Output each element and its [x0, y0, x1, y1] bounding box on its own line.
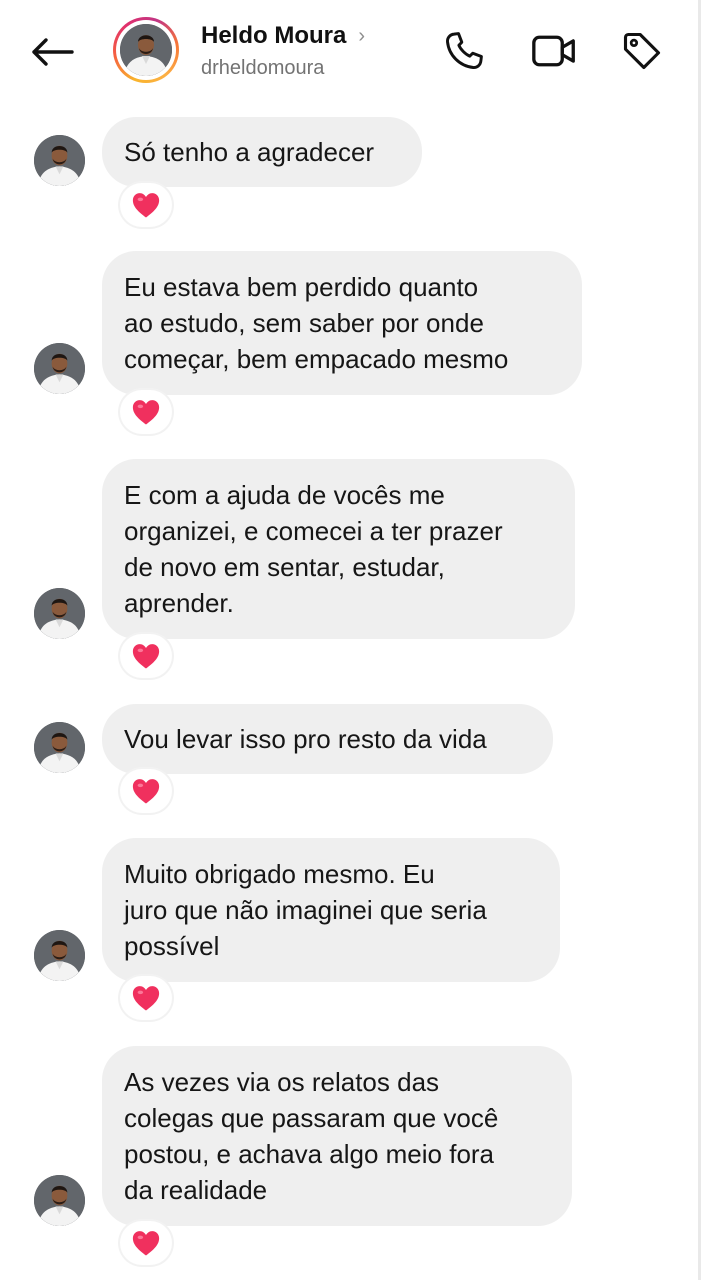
profile-avatar[interactable]: [113, 17, 179, 83]
avatar-photo: [34, 135, 85, 186]
sender-avatar[interactable]: [34, 722, 85, 773]
tag-button[interactable]: [618, 27, 666, 75]
heart-icon: [132, 779, 160, 804]
video-icon: [532, 35, 575, 67]
sender-avatar[interactable]: [34, 1175, 85, 1226]
back-button[interactable]: [28, 32, 76, 72]
tag-icon: [623, 32, 661, 70]
message-bubble[interactable]: As vezes via os relatos das colegas que …: [102, 1046, 572, 1226]
phone-icon: [446, 32, 483, 69]
avatar-photo: [34, 588, 85, 639]
heart-icon: [132, 1231, 160, 1256]
chat-header: Heldo Moura › drheldomoura: [0, 0, 701, 104]
heart-reaction[interactable]: [120, 634, 172, 678]
heart-reaction[interactable]: [120, 1221, 172, 1265]
message-bubble[interactable]: E com a ajuda de vocês me organizei, e c…: [102, 459, 575, 639]
back-arrow-icon: [32, 38, 74, 66]
heart-icon: [132, 193, 160, 218]
message-bubble[interactable]: Vou levar isso pro resto da vida: [102, 704, 553, 774]
message-bubble[interactable]: Muito obrigado mesmo. Eu juro que não im…: [102, 838, 560, 982]
contact-name: Heldo Moura: [201, 22, 347, 49]
heart-reaction[interactable]: [120, 390, 172, 434]
sender-avatar[interactable]: [34, 343, 85, 394]
heart-icon: [132, 400, 160, 425]
heart-icon: [132, 986, 160, 1011]
avatar-photo: [34, 1175, 85, 1226]
avatar-photo: [34, 930, 85, 981]
call-button[interactable]: [440, 27, 488, 75]
sender-avatar[interactable]: [34, 588, 85, 639]
sender-avatar[interactable]: [34, 135, 85, 186]
contact-name-row[interactable]: Heldo Moura ›: [201, 22, 365, 50]
message-bubble[interactable]: Eu estava bem perdido quanto ao estudo, …: [102, 251, 582, 395]
contact-username: drheldomoura: [201, 57, 325, 79]
video-call-button[interactable]: [530, 27, 578, 75]
heart-reaction[interactable]: [120, 183, 172, 227]
heart-reaction[interactable]: [120, 769, 172, 813]
heart-icon: [132, 644, 160, 669]
sender-avatar[interactable]: [34, 930, 85, 981]
message-bubble[interactable]: Só tenho a agradecer: [102, 117, 422, 187]
chevron-right-icon: ›: [358, 25, 366, 47]
avatar-photo: [34, 343, 85, 394]
heart-reaction[interactable]: [120, 976, 172, 1020]
avatar-photo: [34, 722, 85, 773]
avatar-photo: [120, 24, 172, 76]
